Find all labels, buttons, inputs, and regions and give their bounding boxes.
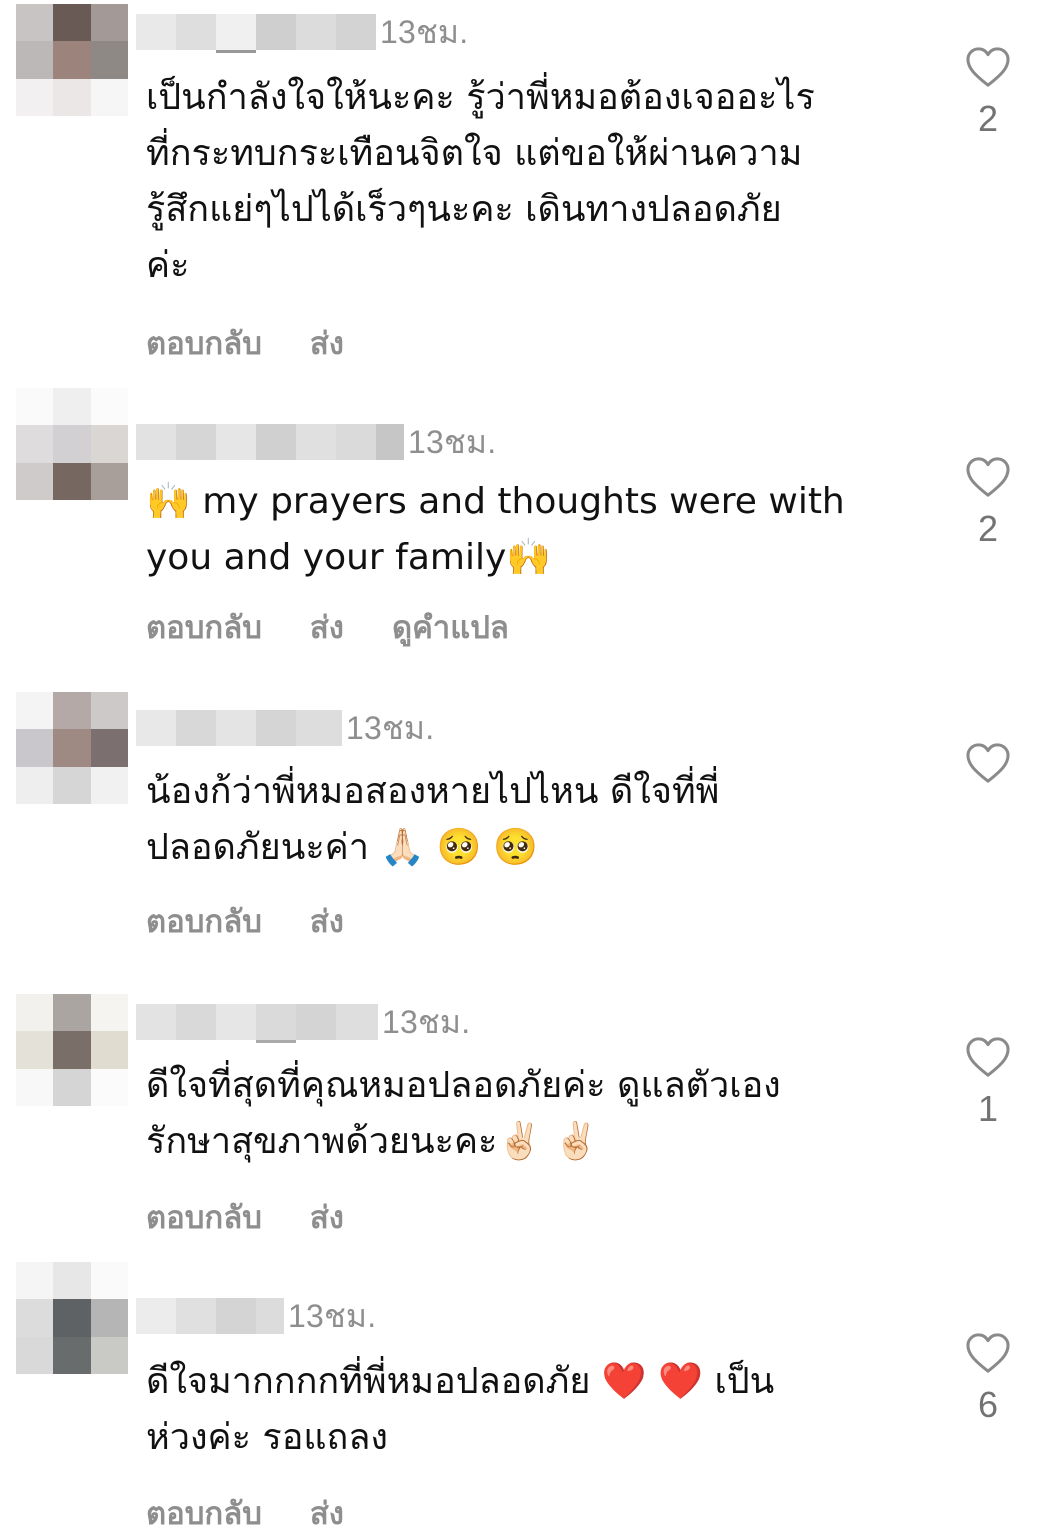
send-button[interactable]: ส่ง: [310, 602, 344, 652]
comment-actions: ตอบกลับ ส่ง: [146, 318, 344, 368]
comment-timestamp: 13ชม.: [288, 1297, 377, 1334]
comment-line: ปลอดภัยนะค่า 🙏🏻 🥺 🥺: [146, 827, 538, 868]
comment-timestamp: 13ชม.: [382, 1003, 471, 1040]
like-count: 1: [977, 1088, 999, 1129]
username-redacted: [136, 710, 342, 746]
heart-outline-icon[interactable]: [965, 456, 1011, 498]
comment-text: 🙌 my prayers and thoughts were with you …: [146, 474, 916, 586]
comment-line: ดีใจที่สุดที่คุณหมอปลอดภัยค่ะ ดูแลตัวเอง: [146, 1065, 781, 1106]
comment-line: เป็นกำลังใจให้นะคะ รู้ว่าพี่หมอต้องเจออะ…: [146, 77, 815, 118]
comment-actions: ตอบกลับ ส่ง: [146, 896, 344, 946]
like-count: 6: [977, 1384, 999, 1425]
comment-line: ห่วงค่ะ รอแถลง: [146, 1417, 388, 1458]
reply-button[interactable]: ตอบกลับ: [146, 318, 262, 368]
comment-timestamp: 13ชม.: [408, 423, 497, 460]
comment-actions: ตอบกลับ ส่ง: [146, 1192, 344, 1242]
reply-button[interactable]: ตอบกลับ: [146, 1488, 262, 1538]
avatar[interactable]: [16, 388, 128, 500]
avatar[interactable]: [16, 1262, 128, 1374]
send-button[interactable]: ส่ง: [310, 1488, 344, 1538]
username-redacted: [136, 424, 404, 460]
username[interactable]: 13ชม.: [136, 1298, 376, 1334]
heart-outline-icon[interactable]: [965, 1332, 1011, 1374]
heart-outline-icon[interactable]: [965, 1036, 1011, 1078]
comment-timestamp: 13ชม.: [380, 13, 469, 50]
reply-button[interactable]: ตอบกลับ: [146, 1192, 262, 1242]
like-count: 2: [977, 98, 999, 139]
comment-line: รักษาสุขภาพด้วยนะคะ✌🏻 ✌🏻: [146, 1121, 599, 1162]
comment-line: ค่ะ: [146, 245, 190, 286]
username-redacted: [136, 14, 376, 53]
username-redacted: [136, 1004, 378, 1043]
heart-outline-icon[interactable]: [965, 46, 1011, 88]
like-control[interactable]: 2: [962, 46, 1014, 140]
send-button[interactable]: ส่ง: [310, 318, 344, 368]
like-control[interactable]: 2: [962, 456, 1014, 550]
comment-line: you and your family🙌: [146, 537, 552, 578]
comment-text: ดีใจมากกกกที่พี่หมอปลอดภัย ❤️ ❤️ เป็น ห่…: [146, 1354, 916, 1466]
comment-text: น้องก้ว่าพี่หมอสองหายไปไหน ดีใจที่พี่ ปล…: [146, 764, 916, 876]
see-translation-button[interactable]: ดูคำแปล: [392, 602, 509, 652]
username[interactable]: 13ชม.: [136, 710, 434, 746]
heart-outline-icon[interactable]: [965, 742, 1011, 784]
comment-actions: ตอบกลับ ส่ง: [146, 1488, 344, 1538]
like-count: 2: [977, 508, 999, 549]
like-control[interactable]: 1: [962, 1036, 1014, 1130]
send-button[interactable]: ส่ง: [310, 896, 344, 946]
avatar[interactable]: [16, 692, 128, 804]
comment-line: 🙌 my prayers and thoughts were with: [146, 481, 845, 522]
comment-line: รู้สึกแย่ๆไปได้เร็วๆนะคะ เดินทางปลอดภัย: [146, 189, 782, 230]
comment-text: ดีใจที่สุดที่คุณหมอปลอดภัยค่ะ ดูแลตัวเอง…: [146, 1058, 916, 1170]
reply-button[interactable]: ตอบกลับ: [146, 896, 262, 946]
reply-button[interactable]: ตอบกลับ: [146, 602, 262, 652]
comment-line: น้องก้ว่าพี่หมอสองหายไปไหน ดีใจที่พี่: [146, 771, 720, 812]
username[interactable]: 13ชม.: [136, 424, 496, 460]
comment-line: ดีใจมากกกกที่พี่หมอปลอดภัย ❤️ ❤️ เป็น: [146, 1361, 775, 1402]
avatar[interactable]: [16, 4, 128, 116]
comment-actions: ตอบกลับ ส่ง ดูคำแปล: [146, 602, 509, 652]
send-button[interactable]: ส่ง: [310, 1192, 344, 1242]
comment-line: ที่กระทบกระเทือนจิตใจ แต่ขอให้ผ่านความ: [146, 133, 803, 174]
avatar[interactable]: [16, 994, 128, 1106]
like-control[interactable]: [962, 742, 1014, 794]
username-redacted: [136, 1298, 284, 1334]
username[interactable]: 13ชม.: [136, 1004, 470, 1043]
comment-timestamp: 13ชม.: [346, 709, 435, 746]
like-control[interactable]: 6: [962, 1332, 1014, 1426]
comment-text: เป็นกำลังใจให้นะคะ รู้ว่าพี่หมอต้องเจออะ…: [146, 70, 916, 294]
username[interactable]: 13ชม.: [136, 14, 468, 53]
